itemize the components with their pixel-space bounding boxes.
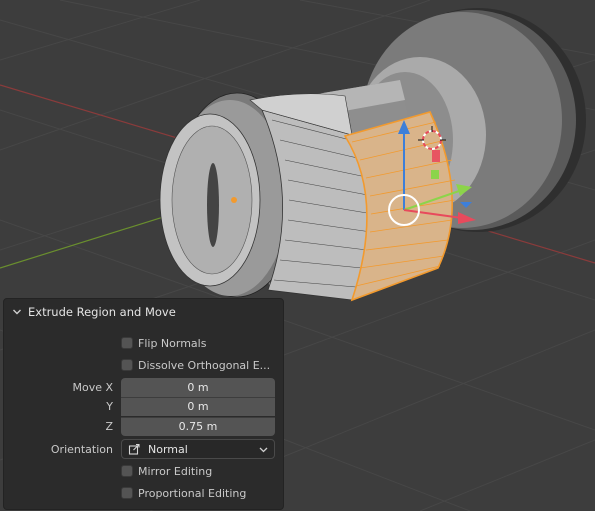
- object-origin: [231, 197, 237, 203]
- dissolve-orthogonal-checkbox[interactable]: [121, 359, 133, 371]
- move-y-field[interactable]: 0 m: [121, 396, 275, 416]
- dissolve-row[interactable]: Dissolve Orthogonal E...: [4, 355, 283, 375]
- dissolve-orthogonal-label[interactable]: Dissolve Orthogonal E...: [138, 359, 270, 372]
- flip-normals-row[interactable]: Flip Normals: [4, 333, 283, 353]
- move-x-field[interactable]: 0 m: [121, 377, 275, 397]
- chevron-down-icon[interactable]: [12, 307, 22, 317]
- proportional-editing-row[interactable]: Proportional Editing: [4, 483, 283, 503]
- move-y-label: Y: [106, 399, 113, 413]
- flip-normals-checkbox[interactable]: [121, 337, 133, 349]
- mirror-editing-label[interactable]: Mirror Editing: [138, 465, 212, 478]
- front-cap: [159, 113, 261, 287]
- panel-title: Extrude Region and Move: [28, 305, 176, 319]
- gizmo-plane-handle: [431, 170, 439, 179]
- proportional-editing-label[interactable]: Proportional Editing: [138, 487, 246, 500]
- orientation-label: Orientation: [50, 442, 113, 456]
- move-x-label: Move X: [72, 380, 113, 394]
- orientation-value: Normal: [148, 442, 188, 456]
- move-z-row: Z 0.75 m: [4, 416, 283, 436]
- move-y-row: Y 0 m: [4, 396, 283, 416]
- move-z-field[interactable]: 0.75 m: [121, 416, 275, 436]
- mirror-editing-row[interactable]: Mirror Editing: [4, 461, 283, 481]
- panel-header[interactable]: Extrude Region and Move: [4, 299, 283, 325]
- mirror-editing-checkbox[interactable]: [121, 465, 133, 477]
- flip-normals-label[interactable]: Flip Normals: [138, 337, 206, 350]
- move-x-row: Move X 0 m: [4, 377, 283, 397]
- proportional-editing-checkbox[interactable]: [121, 487, 133, 499]
- orientation-row: Orientation Normal: [4, 439, 283, 459]
- dropdown-chevron-icon: [259, 447, 268, 453]
- operator-redo-panel[interactable]: Extrude Region and Move Flip Normals Dis…: [3, 298, 284, 510]
- move-z-label: Z: [105, 419, 113, 433]
- orientation-dropdown[interactable]: Normal: [121, 439, 275, 459]
- orientation-normal-icon: [128, 443, 140, 455]
